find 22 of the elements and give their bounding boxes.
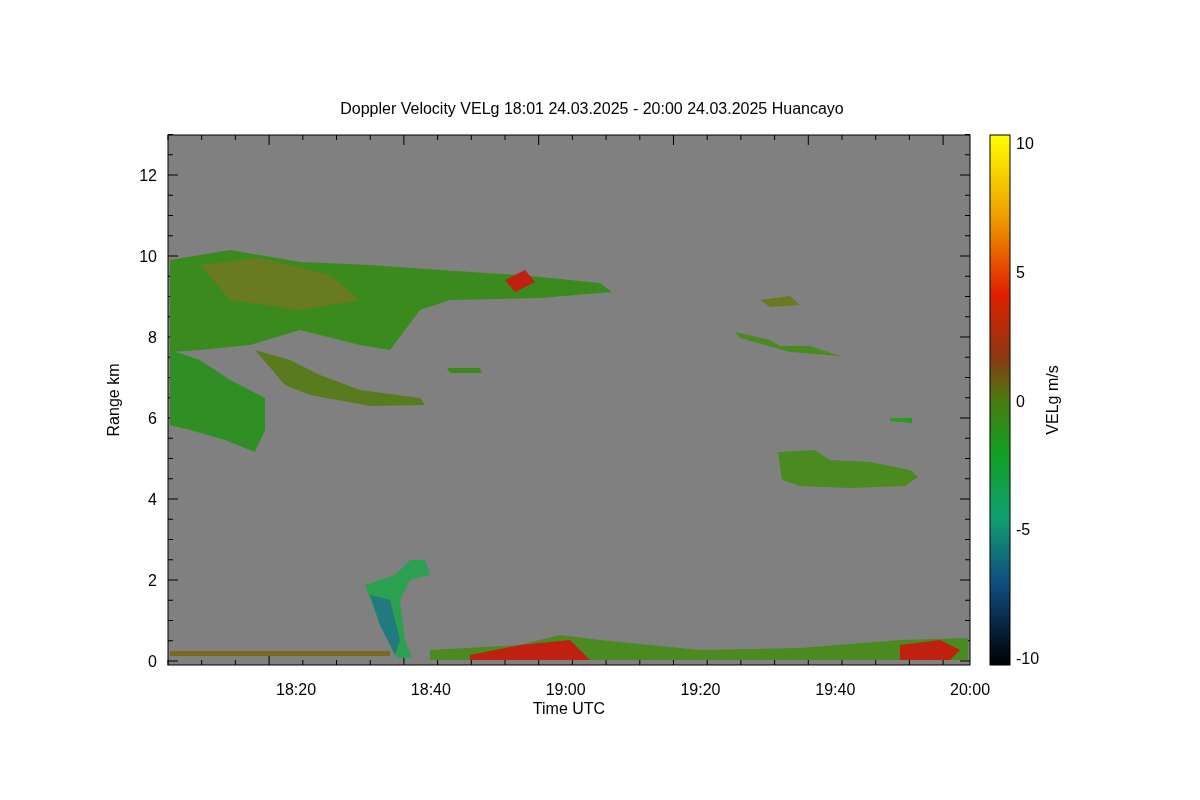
colorbar-tick-label: 10 — [1016, 135, 1034, 152]
x-tick-label: 18:20 — [276, 681, 317, 698]
y-tick-label: 10 — [139, 248, 157, 265]
y-tick-label: 8 — [148, 329, 157, 346]
x-tick-label: 20:00 — [950, 681, 991, 698]
y-tick-label: 0 — [148, 653, 157, 670]
y-axis-label: Range km — [105, 363, 122, 437]
x-tick-label: 19:40 — [815, 681, 856, 698]
y-tick-label: 6 — [148, 410, 157, 427]
colorbar-tick-label: -10 — [1016, 650, 1040, 667]
colorbar-tick-label: -5 — [1016, 521, 1031, 539]
colorbar-label: VELg m/s — [1044, 365, 1061, 435]
y-tick-label: 4 — [148, 491, 157, 508]
colorbar-tick-label: 0 — [1016, 392, 1025, 410]
chart-title: Doppler Velocity VELg 18:01 24.03.2025 - 20:00 24.03.2025 Huancayo — [340, 100, 844, 117]
colorbar-tick-label: 5 — [1016, 263, 1025, 281]
x-tick-label: 19:00 — [545, 681, 586, 698]
x-axis-label: Time UTC — [532, 700, 606, 717]
x-tick-label: 19:20 — [680, 681, 721, 698]
x-tick-label: 18:40 — [410, 681, 451, 698]
y-tick-label: 2 — [148, 572, 157, 589]
y-tick-label: 12 — [139, 167, 157, 184]
